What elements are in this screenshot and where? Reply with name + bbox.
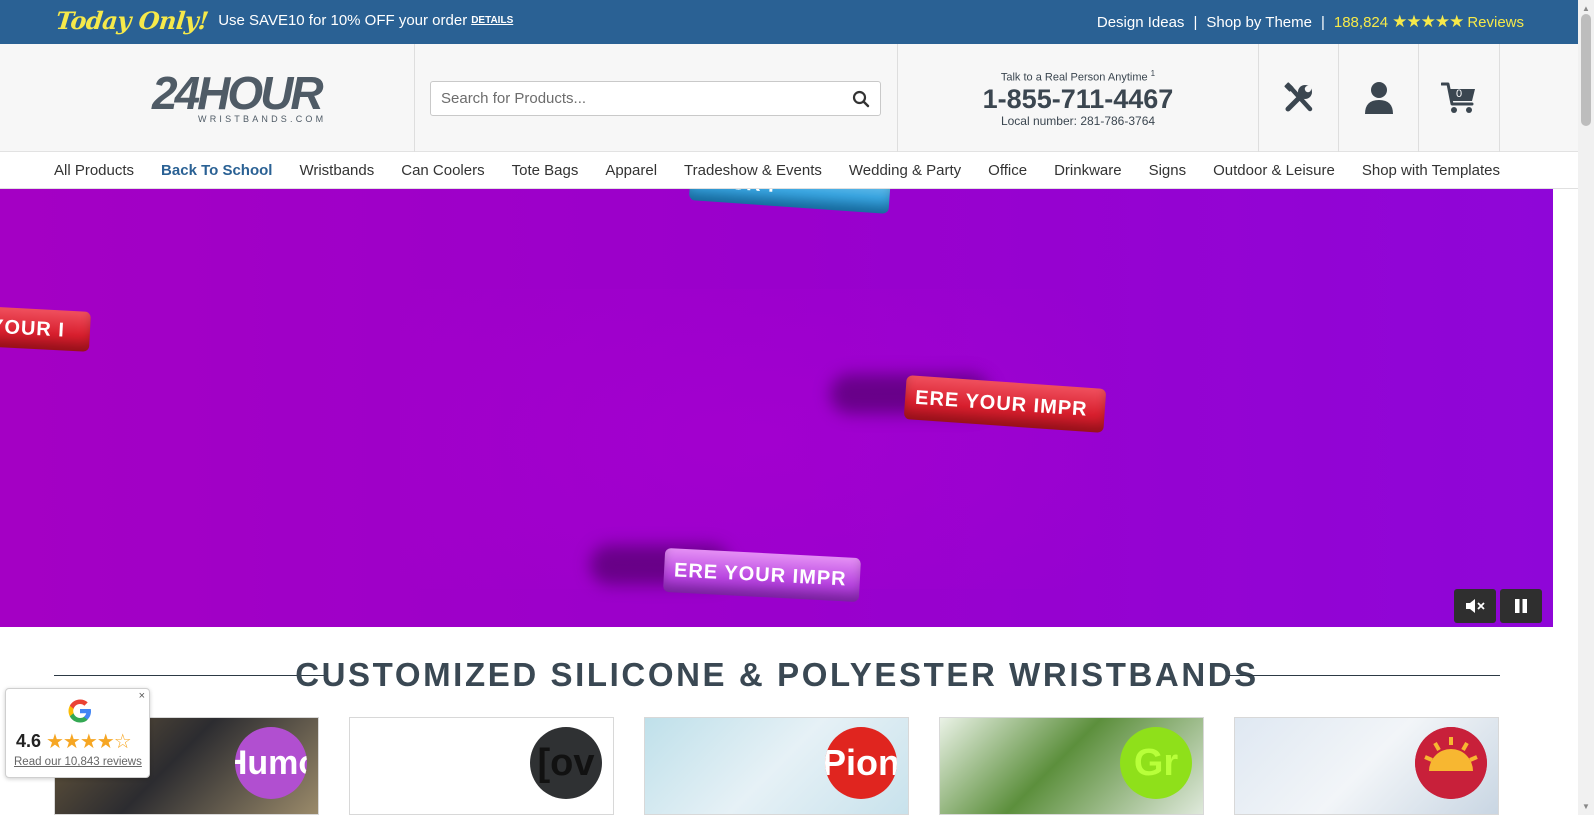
product-card[interactable]: Pion [644,717,909,815]
account-button[interactable] [1339,44,1419,152]
sun-logo-icon [1415,727,1487,799]
nav-office[interactable]: Office [988,162,1027,179]
nav-drinkware[interactable]: Drinkware [1054,162,1122,179]
scroll-down-icon[interactable]: ▼ [1582,802,1590,811]
product-thumbnail: Gr [1120,727,1192,799]
nav-apparel[interactable]: Apparel [605,162,657,179]
separator: | [1193,13,1198,31]
read-reviews-link[interactable]: Read our 10,843 reviews [14,756,142,768]
product-card[interactable] [1234,717,1499,815]
local-number[interactable]: Local number: 281-786-3764 [898,114,1258,128]
nav-outdoor-leisure[interactable]: Outdoor & Leisure [1213,162,1335,179]
hero-glow [400,289,1100,589]
search-icon[interactable] [852,90,870,108]
product-thumbnail [1415,727,1487,799]
search-box [430,81,881,116]
tools-icon [1284,82,1313,112]
page: Today Only! Use SAVE10 for 10% OFF your … [0,0,1578,815]
product-thumbnail: Humo [235,727,307,799]
pause-button[interactable] [1500,589,1542,623]
cart-button[interactable]: 0 [1419,44,1499,152]
site-logo[interactable]: 24HOUR WRISTBANDS.COM [152,67,327,130]
design-ideas-link[interactable]: Design Ideas [1097,14,1185,31]
nav-list: All Products Back To School Wristbands C… [54,152,1500,189]
hero-video[interactable]: YOUR I YOUR I ERE YOUR IMPR ERE YOUR IMP… [0,189,1553,627]
mute-button[interactable] [1454,589,1496,623]
logo-sub-text: WRISTBANDS.COM [198,114,327,124]
divider [1499,44,1500,152]
product-card[interactable]: Gr [939,717,1204,815]
product-thumbnail: [ov [530,727,602,799]
nav-wristbands[interactable]: Wristbands [299,162,374,179]
rating-stars-icon: ★★★★★ [1392,12,1464,31]
wristband-purple: ERE YOUR IMPR [662,547,862,603]
google-review-badge[interactable]: × 4.6 ★★★★☆ Read our 10,843 reviews [5,688,150,778]
nav-tradeshow-events[interactable]: Tradeshow & Events [684,162,822,179]
nav-signs[interactable]: Signs [1149,162,1187,179]
search-input[interactable] [441,82,841,115]
promo-text: Use SAVE10 for 10% OFF your order [218,12,468,29]
mute-icon [1466,599,1485,613]
google-logo-icon [68,699,91,723]
contact-block: Talk to a Real Person Anytime 1 1-855-71… [898,44,1258,152]
cart-count: 0 [1456,88,1463,100]
review-count[interactable]: 188,824 [1334,14,1388,31]
pause-icon [1515,599,1527,613]
contact-tagline: Talk to a Real Person Anytime 1 [898,69,1258,84]
product-card[interactable]: [ov [349,717,614,815]
google-stars-icon: ★★★★☆ [46,731,132,753]
nav-wedding-party[interactable]: Wedding & Party [849,162,961,179]
nav-shop-with-templates[interactable]: Shop with Templates [1362,162,1500,179]
google-rating: 4.6 [16,731,42,751]
site-header: 24HOUR WRISTBANDS.COM Talk to a Real Per… [0,44,1578,152]
user-icon [1365,82,1393,114]
promo-right: Design Ideas | Shop by Theme | 188,824 ★… [1097,12,1524,32]
scroll-thumb[interactable] [1581,14,1591,126]
divider [414,44,415,152]
reviews-link[interactable]: Reviews [1467,14,1524,31]
nav-tote-bags[interactable]: Tote Bags [512,162,579,179]
product-thumbnail: Pion [825,727,897,799]
nav-all-products[interactable]: All Products [54,162,134,179]
wristband-blue: YOUR I [688,189,892,214]
contact-footnote: 1 [1150,69,1156,78]
logo-main-text: 24HOUR [152,67,324,119]
page-scrollbar[interactable]: ▲ ▼ [1578,0,1594,815]
design-tools-button[interactable] [1259,44,1339,152]
contact-tagline-text: Talk to a Real Person Anytime [1000,71,1148,84]
phone-number[interactable]: 1-855-711-4467 [898,84,1258,114]
wristband-red-left: YOUR I [0,306,91,352]
heading-rule-right [1228,675,1500,676]
scroll-up-icon[interactable]: ▲ [1582,4,1590,13]
section-heading: CUSTOMIZED SILICONE & POLYESTER WRISTBAN… [54,656,1500,696]
promo-bar: Today Only! Use SAVE10 for 10% OFF your … [0,0,1578,44]
separator: | [1320,13,1325,31]
nav-back-to-school[interactable]: Back To School [161,162,272,179]
nav-can-coolers[interactable]: Can Coolers [401,162,484,179]
close-icon[interactable]: × [139,690,145,702]
main-nav: All Products Back To School Wristbands C… [0,152,1578,189]
today-only-label: Today Only! [54,6,210,35]
promo-details-link[interactable]: DETAILS [471,15,513,26]
promo-left: Today Only! Use SAVE10 for 10% OFF your … [54,6,513,35]
shop-by-theme-link[interactable]: Shop by Theme [1206,14,1312,31]
